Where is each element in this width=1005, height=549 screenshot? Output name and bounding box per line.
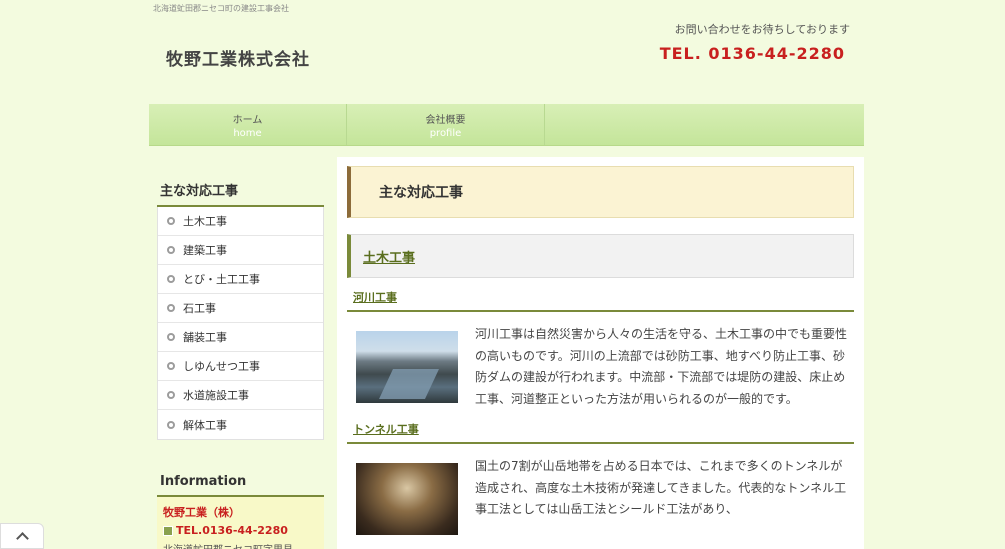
section-heading-link[interactable]: 土木工事	[363, 247, 415, 266]
nav-label-en: home	[233, 127, 262, 139]
contact-message: お問い合わせをお待ちしております	[674, 23, 850, 36]
river-photo	[356, 331, 458, 403]
nav-label-en: profile	[429, 127, 462, 139]
sidebar-item-label: しゆんせつ工事	[183, 360, 260, 373]
subsection-title-river[interactable]: 河川工事	[347, 289, 854, 312]
info-title: Information	[157, 474, 324, 497]
info-tel[interactable]: TEL.0136-44-2280	[163, 524, 318, 537]
bullet-icon	[167, 304, 175, 312]
nav-label-ja: 会社概要	[425, 114, 466, 126]
sidebar-item-waterworks[interactable]: 水道施設工事	[158, 381, 323, 410]
sidebar-item-dredging[interactable]: しゆんせつ工事	[158, 352, 323, 381]
header-tel[interactable]: TEL. 0136-44-2280	[660, 44, 845, 63]
nav-label-ja: ホーム	[232, 114, 263, 126]
chevron-up-icon	[15, 532, 29, 545]
sidebar-list: 土木工事 建築工事 とび・土工工事 石工事 舗装工事 しゆんせつ工事 水道施設工…	[157, 207, 324, 440]
sidebar-item-label: 石工事	[183, 302, 216, 315]
sidebar-item-label: 舗装工事	[183, 331, 227, 344]
sidebar-item-label: 水道施設工事	[183, 389, 249, 402]
bullet-icon	[167, 333, 175, 341]
info-tel-text: TEL.0136-44-2280	[176, 524, 288, 537]
sidebar-item-label: 建築工事	[183, 244, 227, 257]
bullet-icon	[167, 217, 175, 225]
scroll-top-button[interactable]	[0, 523, 44, 549]
nav-item-profile[interactable]: 会社概要 profile	[347, 104, 545, 145]
sidebar-item-civil[interactable]: 土木工事	[158, 207, 323, 236]
sidebar-item-paving[interactable]: 舗装工事	[158, 323, 323, 352]
site-logo[interactable]: 牧野工業株式会社	[166, 45, 310, 70]
bullet-icon	[167, 246, 175, 254]
bullet-icon	[167, 420, 175, 429]
sidebar-item-stone[interactable]: 石工事	[158, 294, 323, 323]
global-nav: ホーム home 会社概要 profile	[149, 104, 864, 146]
bullet-icon	[167, 362, 175, 370]
sidebar: 主な対応工事 土木工事 建築工事 とび・土工工事 石工事 舗装工事 しゆんせつ工…	[157, 160, 324, 549]
info-company: 牧野工業（株）	[163, 506, 240, 519]
subsection-text: 国土の7割が山岳地帯を占める日本では、これまで多くのトンネルが造成され、高度な土…	[475, 459, 847, 516]
sidebar-item-label: 土木工事	[183, 215, 227, 228]
sidebar-item-label: 解体工事	[183, 418, 227, 432]
subsection-title-tunnel[interactable]: トンネル工事	[347, 421, 854, 444]
bullet-icon	[167, 391, 175, 399]
tunnel-photo	[356, 463, 458, 535]
subsection-river: 河川工事は自然災害から人々の生活を守る、土木工事の中でも重要性の高いものです。河…	[347, 324, 854, 410]
page-title: 主な対応工事	[347, 166, 854, 218]
phone-icon	[163, 525, 173, 536]
info-address: 北海道虻田郡ニセコ町字里見	[163, 541, 318, 549]
sidebar-item-demolition[interactable]: 解体工事	[158, 410, 323, 439]
site-tagline: 北海道虻田郡ニセコ町の建設工事会社	[153, 4, 289, 13]
subsection-text: 河川工事は自然災害から人々の生活を守る、土木工事の中でも重要性の高いものです。河…	[475, 327, 848, 406]
sidebar-item-label: とび・土工工事	[183, 273, 260, 286]
sidebar-item-tobi-earthwork[interactable]: とび・土工工事	[158, 265, 323, 294]
subsection-tunnel: 国土の7割が山岳地帯を占める日本では、これまで多くのトンネルが造成され、高度な土…	[347, 456, 854, 535]
nav-item-home[interactable]: ホーム home	[149, 104, 347, 145]
sidebar-title: 主な対応工事	[157, 160, 324, 207]
info-box: 牧野工業（株） TEL.0136-44-2280 北海道虻田郡ニセコ町字里見	[157, 497, 324, 549]
bullet-icon	[167, 275, 175, 283]
main-content: 主な対応工事 土木工事 河川工事 河川工事は自然災害から人々の生活を守る、土木工…	[337, 157, 864, 549]
section-heading: 土木工事	[347, 234, 854, 278]
sidebar-item-building[interactable]: 建築工事	[158, 236, 323, 265]
